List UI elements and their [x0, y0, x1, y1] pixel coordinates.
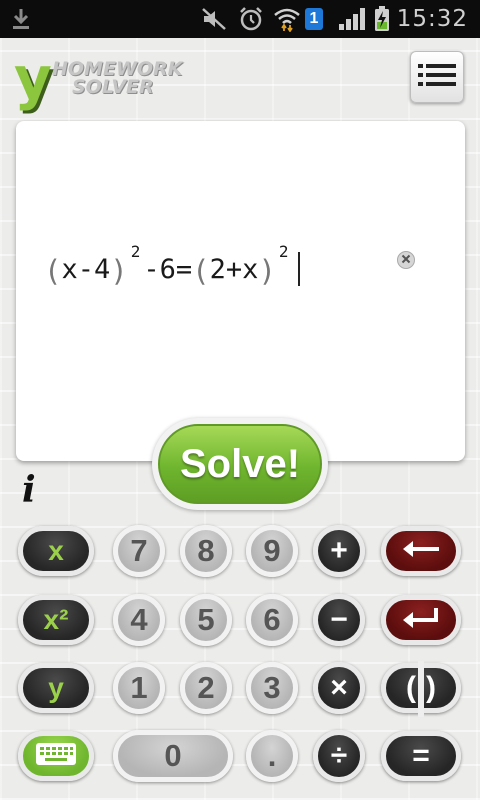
- expr-token: 2: [209, 254, 226, 285]
- key-decimal[interactable]: .: [246, 730, 298, 782]
- key-paren-right[interactable]: ): [426, 671, 436, 705]
- key-divide[interactable]: ÷: [313, 730, 365, 782]
- expr-exponent: 2: [130, 242, 141, 261]
- expr-token: -: [77, 254, 94, 285]
- menu-button[interactable]: [410, 51, 464, 103]
- key-paren-left[interactable]: (: [406, 671, 416, 705]
- enter-icon: [401, 607, 441, 634]
- expr-token: (: [192, 254, 210, 288]
- key-3[interactable]: 3: [246, 662, 298, 714]
- wifi-icon: [272, 6, 302, 32]
- notification-badge: 1: [304, 6, 324, 32]
- text-cursor: [297, 252, 300, 286]
- backspace-icon: [401, 540, 441, 563]
- solve-button[interactable]: Solve!: [158, 424, 322, 504]
- key-7[interactable]: 7: [113, 525, 165, 577]
- key-5[interactable]: 5: [180, 594, 232, 646]
- expr-token: x: [242, 254, 259, 285]
- status-time: 15:32: [396, 6, 468, 32]
- key-0[interactable]: 0: [113, 730, 233, 782]
- download-icon: [8, 6, 34, 32]
- key-minus[interactable]: −: [313, 594, 365, 646]
- backspace-button[interactable]: [381, 526, 461, 576]
- key-y[interactable]: y: [18, 663, 94, 713]
- status-bar: 1 15:32: [0, 0, 480, 38]
- expr-token: (: [44, 254, 62, 288]
- key-1[interactable]: 1: [113, 662, 165, 714]
- logo-letter: y: [14, 44, 52, 112]
- expr-token: ): [110, 254, 128, 288]
- key-8[interactable]: 8: [180, 525, 232, 577]
- expr-token: -: [143, 254, 160, 285]
- logo-line2: SOLVER: [72, 76, 154, 98]
- key-multiply[interactable]: ×: [313, 662, 365, 714]
- keyboard-toggle-button[interactable]: [18, 731, 94, 781]
- app-logo: y HOMEWORK SOLVER: [14, 44, 204, 112]
- expr-token: 6: [159, 254, 176, 285]
- menu-icon: [417, 62, 457, 93]
- info-icon[interactable]: i: [22, 470, 44, 510]
- expr-token: ): [258, 254, 276, 288]
- clear-button[interactable]: [397, 251, 415, 269]
- expr-exponent: 2: [278, 242, 289, 261]
- close-icon: [401, 251, 411, 269]
- expr-token: 4: [94, 254, 111, 285]
- key-equals[interactable]: =: [381, 731, 461, 781]
- equation-expression[interactable]: ( x - 4 ) 2 - 6 = ( 2 + x ) 2: [44, 240, 300, 288]
- keyboard-icon: [35, 742, 77, 771]
- paren-divider: [418, 661, 424, 717]
- key-2[interactable]: 2: [180, 662, 232, 714]
- expr-token: +: [225, 254, 243, 285]
- expr-token: =: [175, 254, 193, 285]
- signal-icon: [336, 6, 370, 32]
- battery-charging-icon: [372, 6, 392, 32]
- equation-display[interactable]: [16, 121, 465, 461]
- key-9[interactable]: 9: [246, 525, 298, 577]
- alarm-icon: [236, 6, 266, 32]
- key-x[interactable]: x: [18, 526, 94, 576]
- enter-button[interactable]: [381, 595, 461, 645]
- key-plus[interactable]: +: [313, 525, 365, 577]
- key-6[interactable]: 6: [246, 594, 298, 646]
- key-4[interactable]: 4: [113, 594, 165, 646]
- key-x-squared[interactable]: x²: [18, 595, 94, 645]
- mute-icon: [200, 6, 230, 32]
- expr-token: x: [61, 254, 78, 285]
